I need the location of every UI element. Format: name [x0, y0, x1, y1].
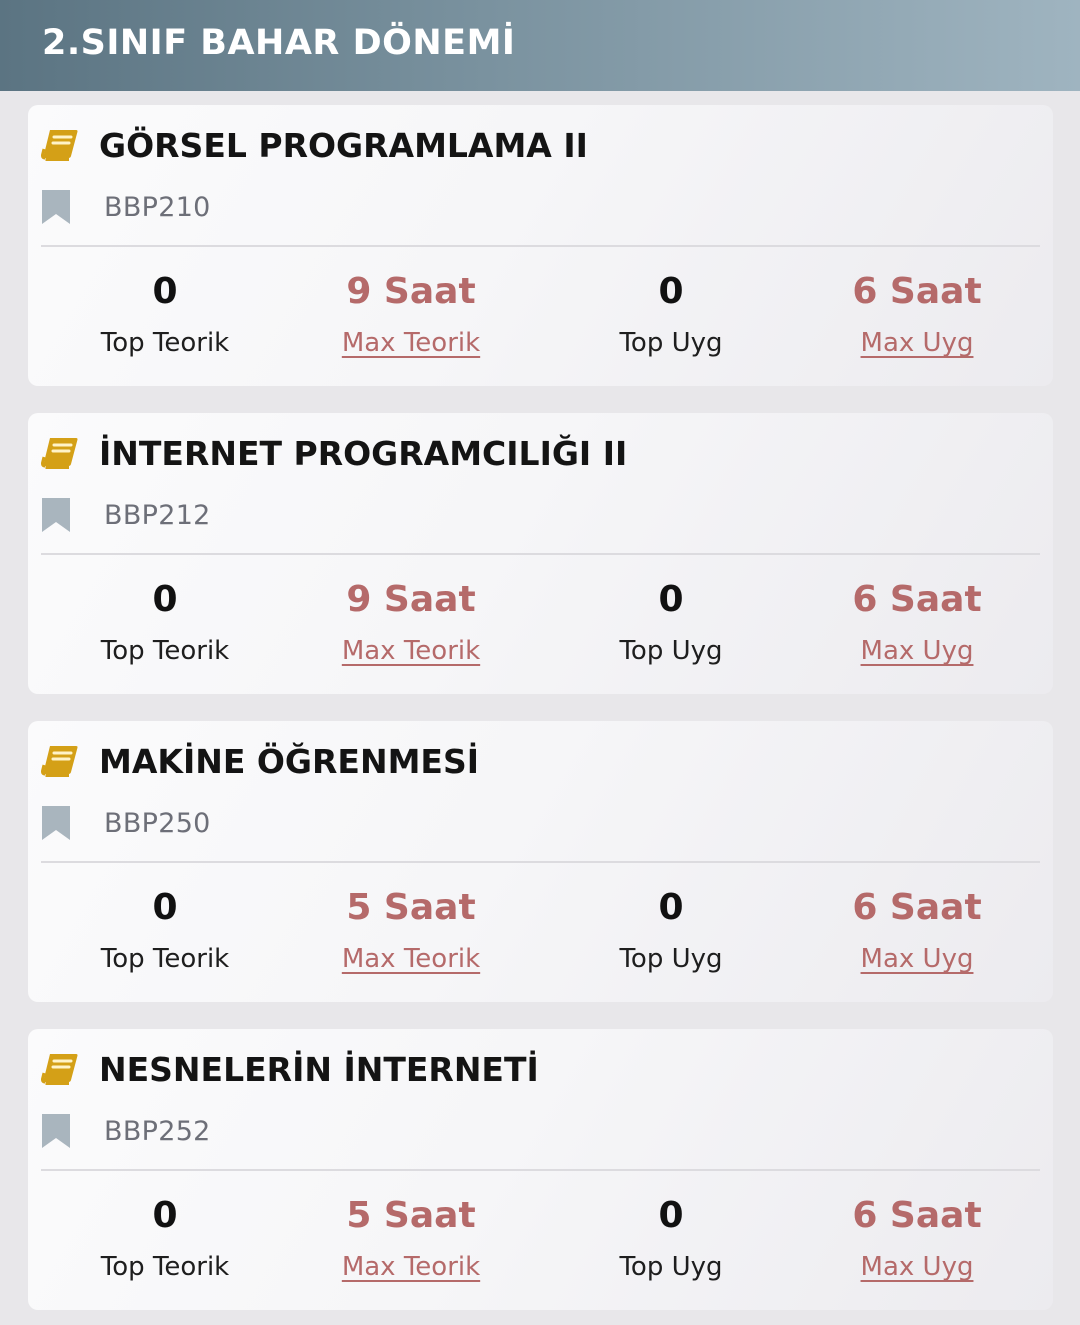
max-teorik-link[interactable]: Max Teorik [296, 1247, 526, 1287]
top-uyg-label: Top Uyg [619, 636, 723, 666]
stat-top-teorik: 0 Top Teorik [50, 263, 280, 363]
page-header: 2.SINIF BAHAR DÖNEMİ [0, 0, 1080, 91]
top-teorik-value: 0 [152, 271, 178, 312]
top-teorik-label: Top Teorik [100, 328, 230, 358]
course-code: BBP252 [104, 1115, 211, 1147]
course-title: İNTERNET PROGRAMCILIĞI II [99, 433, 628, 473]
course-title-row: NESNELERİN İNTERNETİ [41, 1049, 539, 1089]
course-title-row: MAKİNE ÖĞRENMESİ [41, 741, 479, 781]
max-uyg-value: 6 Saat [852, 579, 982, 620]
course-code: BBP212 [104, 499, 211, 531]
stat-top-teorik: 0 Top Teorik [50, 571, 280, 671]
max-teorik-value: 9 Saat [346, 579, 476, 620]
top-uyg-value: 0 [658, 887, 684, 928]
stat-top-uyg: 0 Top Uyg [556, 571, 786, 671]
stat-max-uyg: 6 Saat Max Uyg [802, 263, 1032, 363]
book-icon [41, 746, 78, 777]
max-teorik-value: 9 Saat [346, 271, 476, 312]
top-uyg-value: 0 [658, 579, 684, 620]
book-icon [41, 1054, 78, 1085]
max-teorik-value: 5 Saat [346, 1195, 476, 1236]
course-card[interactable]: MAKİNE ÖĞRENMESİ BBP250 0 Top Teorik 5 S… [28, 721, 1053, 1002]
course-code-row: BBP250 [42, 805, 211, 841]
top-teorik-value: 0 [152, 1195, 178, 1236]
stat-max-teorik: 9 Saat Max Teorik [296, 263, 526, 363]
course-code: BBP250 [104, 807, 211, 839]
course-card[interactable]: NESNELERİN İNTERNETİ BBP252 0 Top Teorik… [28, 1029, 1053, 1310]
top-uyg-label: Top Uyg [619, 328, 723, 358]
stat-top-teorik: 0 Top Teorik [50, 879, 280, 979]
course-title: NESNELERİN İNTERNETİ [99, 1049, 539, 1089]
top-uyg-label: Top Uyg [619, 944, 723, 974]
card-divider [41, 553, 1040, 555]
page-title: 2.SINIF BAHAR DÖNEMİ [42, 22, 516, 63]
stat-max-teorik: 5 Saat Max Teorik [296, 879, 526, 979]
course-card[interactable]: İNTERNET PROGRAMCILIĞI II BBP212 0 Top T… [28, 413, 1053, 694]
stat-max-uyg: 6 Saat Max Uyg [802, 571, 1032, 671]
max-uyg-link[interactable]: Max Uyg [802, 323, 1032, 363]
bookmark-icon [42, 190, 70, 224]
max-uyg-link[interactable]: Max Uyg [802, 939, 1032, 979]
top-teorik-value: 0 [152, 579, 178, 620]
max-uyg-value: 6 Saat [852, 887, 982, 928]
top-teorik-label: Top Teorik [100, 636, 230, 666]
course-title: GÖRSEL PROGRAMLAMA II [99, 125, 588, 165]
top-uyg-label: Top Uyg [619, 1252, 723, 1282]
max-teorik-link[interactable]: Max Teorik [296, 323, 526, 363]
stat-max-uyg: 6 Saat Max Uyg [802, 879, 1032, 979]
course-code-row: BBP212 [42, 497, 211, 533]
stat-top-uyg: 0 Top Uyg [556, 879, 786, 979]
max-uyg-link[interactable]: Max Uyg [802, 1247, 1032, 1287]
bookmark-icon [42, 498, 70, 532]
stat-max-teorik: 5 Saat Max Teorik [296, 1187, 526, 1287]
course-code-row: BBP252 [42, 1113, 211, 1149]
top-uyg-value: 0 [658, 1195, 684, 1236]
card-divider [41, 245, 1040, 247]
card-divider [41, 1169, 1040, 1171]
book-icon [41, 438, 78, 469]
top-teorik-label: Top Teorik [100, 944, 230, 974]
book-icon [41, 130, 78, 161]
max-teorik-value: 5 Saat [346, 887, 476, 928]
bookmark-icon [42, 1114, 70, 1148]
stat-top-teorik: 0 Top Teorik [50, 1187, 280, 1287]
top-teorik-value: 0 [152, 887, 178, 928]
stat-max-uyg: 6 Saat Max Uyg [802, 1187, 1032, 1287]
course-title-row: İNTERNET PROGRAMCILIĞI II [41, 433, 627, 473]
max-teorik-link[interactable]: Max Teorik [296, 939, 526, 979]
course-title: MAKİNE ÖĞRENMESİ [99, 741, 480, 781]
course-title-row: GÖRSEL PROGRAMLAMA II [41, 125, 588, 165]
max-uyg-value: 6 Saat [852, 271, 982, 312]
top-uyg-value: 0 [658, 271, 684, 312]
course-code: BBP210 [104, 191, 211, 223]
stat-max-teorik: 9 Saat Max Teorik [296, 571, 526, 671]
max-uyg-value: 6 Saat [852, 1195, 982, 1236]
top-teorik-label: Top Teorik [100, 1252, 230, 1282]
max-teorik-link[interactable]: Max Teorik [296, 631, 526, 671]
course-code-row: BBP210 [42, 189, 211, 225]
stat-top-uyg: 0 Top Uyg [556, 263, 786, 363]
bookmark-icon [42, 806, 70, 840]
course-card[interactable]: GÖRSEL PROGRAMLAMA II BBP210 0 Top Teori… [28, 105, 1053, 386]
max-uyg-link[interactable]: Max Uyg [802, 631, 1032, 671]
stat-top-uyg: 0 Top Uyg [556, 1187, 786, 1287]
card-divider [41, 861, 1040, 863]
